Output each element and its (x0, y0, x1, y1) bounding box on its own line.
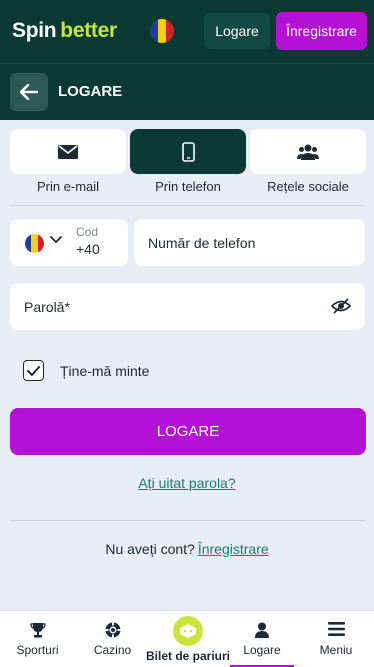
tab-phone[interactable] (130, 129, 246, 174)
phone-number-input[interactable] (134, 219, 365, 266)
chevron-down-icon (50, 236, 62, 244)
register-link[interactable]: Înregistrare (198, 541, 269, 557)
envelope-icon (58, 144, 78, 159)
logo-better-text: better (60, 19, 117, 42)
code-caption: Cod (76, 225, 99, 239)
nav-login-label: Logare (243, 643, 281, 657)
top-bar: Spin better Logare Înregistrare (0, 0, 374, 63)
nav-sports-label: Sporturi (16, 643, 59, 657)
tab-social-label[interactable]: Rețele sociale (250, 179, 366, 194)
trophy-icon (29, 623, 46, 638)
nav-menu-label: Meniu (319, 643, 353, 657)
remember-label[interactable]: Ține-mă minte (60, 363, 149, 379)
romania-flag-icon (25, 234, 44, 253)
nav-betslip-label: Bilet de pariuri (145, 649, 231, 663)
logo-spin-text: Spin (12, 19, 57, 42)
nav-casino-label: Cazino (93, 643, 132, 657)
divider (10, 205, 365, 206)
betslip-badge (173, 616, 203, 646)
password-input[interactable] (10, 283, 365, 330)
login-submit-button[interactable]: LOGARE (10, 408, 366, 455)
checkmark-icon (27, 365, 40, 376)
ticket-icon (180, 624, 196, 638)
menu-icon (327, 622, 345, 636)
spinbetter-logo[interactable]: Spin better (12, 19, 117, 43)
nav-sports[interactable]: Sporturi (0, 611, 75, 667)
nav-login[interactable]: Logare (226, 611, 298, 667)
forgot-password-text[interactable]: Ați uitat parola? (138, 475, 235, 491)
nav-betslip[interactable]: Bilet de pariuri (146, 611, 230, 667)
country-code-selector[interactable]: Cod +40 (10, 219, 128, 266)
back-button[interactable] (10, 73, 48, 111)
bottom-nav: Sporturi Cazino Bilet de pariuri Logare … (0, 610, 374, 667)
romania-flag-icon[interactable] (150, 19, 174, 43)
arrow-left-icon (20, 84, 38, 100)
users-icon (297, 144, 319, 160)
phone-icon (181, 141, 195, 162)
no-account-text: Nu aveți cont? (105, 541, 195, 557)
forgot-password-link[interactable]: Ați uitat parola? (0, 475, 374, 491)
no-account-line: Nu aveți cont? Înregistrare (0, 541, 374, 557)
nav-menu[interactable]: Meniu (298, 611, 374, 667)
code-value: +40 (76, 241, 100, 257)
tab-email-label[interactable]: Prin e-mail (10, 179, 126, 194)
nav-casino[interactable]: Cazino (75, 611, 150, 667)
login-subheader: LOGARE (0, 63, 374, 120)
tab-email[interactable] (10, 129, 126, 174)
tab-phone-label[interactable]: Prin telefon (130, 179, 246, 194)
user-icon (255, 622, 269, 638)
page-title: LOGARE (58, 83, 123, 100)
eye-off-icon[interactable] (331, 298, 351, 314)
header-register-button[interactable]: Înregistrare (276, 12, 367, 50)
divider (10, 520, 365, 521)
poker-chip-icon (105, 622, 120, 638)
remember-checkbox[interactable] (23, 360, 44, 381)
login-form: Prin e-mail Prin telefon Rețele sociale … (0, 120, 374, 610)
header-login-button[interactable]: Logare (204, 13, 270, 49)
tab-social[interactable] (250, 129, 366, 174)
